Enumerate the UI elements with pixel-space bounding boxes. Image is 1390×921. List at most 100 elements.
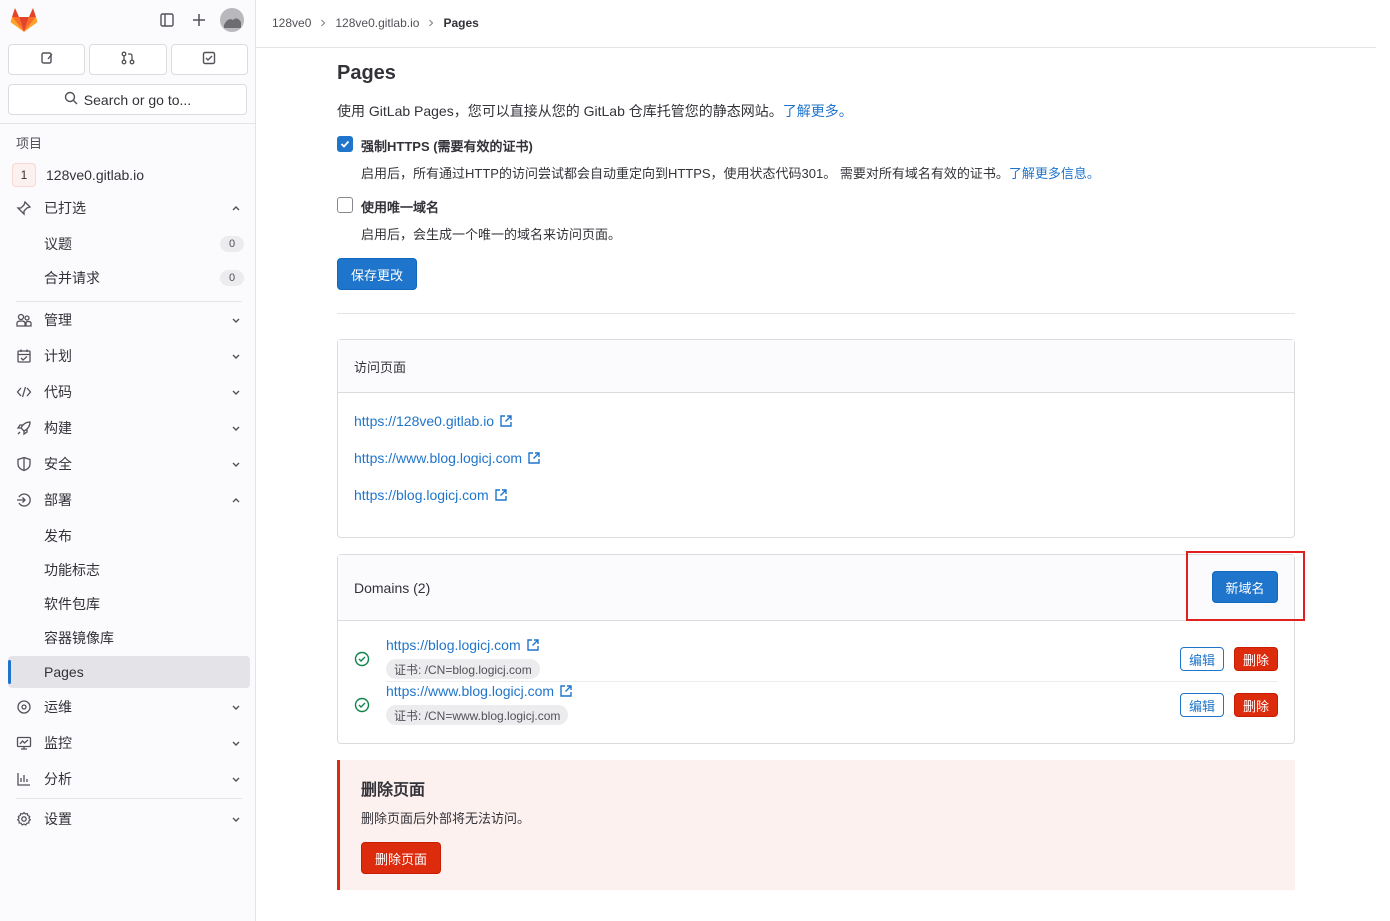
visit-pages-card: 访问页面 https://128ve0.gitlab.io https://ww… <box>337 339 1295 538</box>
unique-domain-help: 启用后，会生成一个唯一的域名来访问页面。 <box>361 227 622 242</box>
nav-label: 计划 <box>44 348 72 364</box>
issues-button[interactable] <box>8 44 86 75</box>
chevron-down-icon <box>230 737 242 749</box>
divider <box>337 313 1295 314</box>
section-label: 项目 <box>16 136 43 151</box>
avatar[interactable] <box>220 8 244 32</box>
page-description: 使用 GitLab Pages，您可以直接从您的 GitLab 仓库托管您的静态… <box>337 101 853 121</box>
nav-operate[interactable]: 运维 <box>8 691 250 723</box>
nav-settings[interactable]: 设置 <box>8 803 250 835</box>
project-name: 128ve0.gitlab.io <box>46 167 145 183</box>
check-circle-icon <box>354 697 370 713</box>
nav-label: 设置 <box>44 811 72 827</box>
nav-pinned-label: 已打选 <box>44 200 86 216</box>
deploy-item-container-registry[interactable]: 容器镜像库 <box>8 622 250 654</box>
nav-secure[interactable]: 安全 <box>8 448 250 480</box>
deploy-item-feature-flags[interactable]: 功能标志 <box>8 554 250 586</box>
search-icon <box>64 91 78 108</box>
visit-link-text: https://128ve0.gitlab.io <box>354 413 495 429</box>
todos-button[interactable] <box>170 44 248 75</box>
visit-link-text: https://www.blog.logicj.com <box>354 450 523 466</box>
external-link-icon <box>560 685 572 697</box>
delete-pages-text: 删除页面后外部将无法访问。 <box>361 811 531 826</box>
chevron-up-icon <box>230 494 242 506</box>
delete-pages-button[interactable]: 删除页面 <box>361 842 441 874</box>
nav-label: 运维 <box>44 699 72 715</box>
visit-link[interactable]: https://128ve0.gitlab.io <box>354 413 513 429</box>
description-text: 使用 GitLab Pages，您可以直接从您的 GitLab 仓库托管您的静态… <box>337 103 783 119</box>
domain-link[interactable]: https://blog.logicj.com <box>386 637 540 653</box>
pinned-item-issues[interactable]: 议题 0 <box>8 228 250 260</box>
delete-button[interactable]: 删除 <box>1234 647 1278 671</box>
nav-analyze[interactable]: 分析 <box>8 763 250 795</box>
nav-pinned[interactable]: 已打选 <box>8 192 250 224</box>
unique-domain-label[interactable]: 使用唯一域名 <box>361 197 439 216</box>
nav-build[interactable]: 构建 <box>8 412 250 444</box>
project-link[interactable]: 1 128ve0.gitlab.io <box>8 162 248 188</box>
deploy-item-label: Pages <box>44 664 84 680</box>
learn-more-info-link[interactable]: 了解更多信息。 <box>1009 166 1100 181</box>
visit-link[interactable]: https://blog.logicj.com <box>354 487 508 503</box>
breadcrumb-item[interactable]: 128ve0 <box>272 16 311 30</box>
chevron-right-icon <box>427 16 435 30</box>
nav-code[interactable]: 代码 <box>8 376 250 408</box>
row-divider <box>386 681 1278 682</box>
sidebar-topbar <box>0 0 256 40</box>
deploy-item-package-registry[interactable]: 软件包库 <box>8 588 250 620</box>
search-button[interactable]: Search or go to... <box>8 84 247 115</box>
edit-button[interactable]: 编辑 <box>1180 647 1224 671</box>
edit-button[interactable]: 编辑 <box>1180 693 1224 717</box>
domains-card: Domains (2) 新域名 https://blog.logicj.com … <box>337 554 1295 744</box>
external-link-icon <box>528 452 540 464</box>
force-https-checkbox[interactable] <box>337 136 353 152</box>
chevron-down-icon <box>230 350 242 362</box>
divider <box>0 123 256 124</box>
project-badge: 1 <box>12 163 36 187</box>
nav-deploy[interactable]: 部署 <box>8 484 250 516</box>
gitlab-logo-icon[interactable] <box>10 7 38 33</box>
save-button[interactable]: 保存更改 <box>337 258 417 290</box>
nav-label: 部署 <box>44 492 72 508</box>
deploy-icon <box>16 492 32 508</box>
cert-badge: 证书: /CN=www.blog.logicj.com <box>386 705 569 725</box>
scrollbar[interactable] <box>1376 0 1390 921</box>
domain-link[interactable]: https://www.blog.logicj.com <box>386 683 573 699</box>
pinned-item-merge-requests[interactable]: 合并请求 0 <box>8 262 250 294</box>
force-https-help-text: 启用后，所有通过HTTP的访问尝试都会自动重定向到HTTPS，使用状态代码301… <box>361 166 1009 181</box>
chevron-down-icon <box>230 701 242 713</box>
delete-pages-section: 删除页面 删除页面后外部将无法访问。 删除页面 <box>337 760 1295 890</box>
visit-link-text: https://blog.logicj.com <box>354 487 489 503</box>
deploy-item-releases[interactable]: 发布 <box>8 520 250 552</box>
breadcrumb-item[interactable]: 128ve0.gitlab.io <box>335 16 419 30</box>
sidebar-toggle-icon[interactable] <box>157 10 177 30</box>
users-icon <box>16 312 32 328</box>
deploy-item-label: 软件包库 <box>44 596 100 612</box>
chevron-down-icon <box>230 314 242 326</box>
delete-pages-title: 删除页面 <box>361 782 426 799</box>
divider <box>16 301 242 302</box>
cert-badge: 证书: /CN=blog.logicj.com <box>386 659 540 679</box>
nav-monitor[interactable]: 监控 <box>8 727 250 759</box>
nav-plan[interactable]: 计划 <box>8 340 250 372</box>
domain-row: https://blog.logicj.com 证书: /CN=blog.log… <box>338 637 1294 683</box>
force-https-label[interactable]: 强制HTTPS (需要有效的证书) <box>361 136 533 155</box>
count-badge: 0 <box>220 236 244 252</box>
external-link-icon <box>526 639 539 651</box>
learn-more-link[interactable]: 了解更多。 <box>783 103 853 119</box>
calendar-icon <box>16 348 32 364</box>
merge-requests-button[interactable] <box>89 44 167 75</box>
gear-icon <box>16 811 32 827</box>
delete-button[interactable]: 删除 <box>1234 693 1278 717</box>
visit-link[interactable]: https://www.blog.logicj.com <box>354 450 541 466</box>
nav-label: 代码 <box>44 384 72 400</box>
nav-manage[interactable]: 管理 <box>8 304 250 336</box>
plus-icon[interactable] <box>189 10 209 30</box>
active-indicator <box>8 660 11 684</box>
check-icon <box>340 140 350 148</box>
pin-icon <box>16 200 32 216</box>
chevron-up-icon <box>230 202 242 214</box>
deploy-item-pages[interactable]: Pages <box>8 656 250 688</box>
unique-domain-checkbox[interactable] <box>337 197 353 213</box>
chevron-down-icon <box>230 773 242 785</box>
count-badge: 0 <box>220 270 244 286</box>
